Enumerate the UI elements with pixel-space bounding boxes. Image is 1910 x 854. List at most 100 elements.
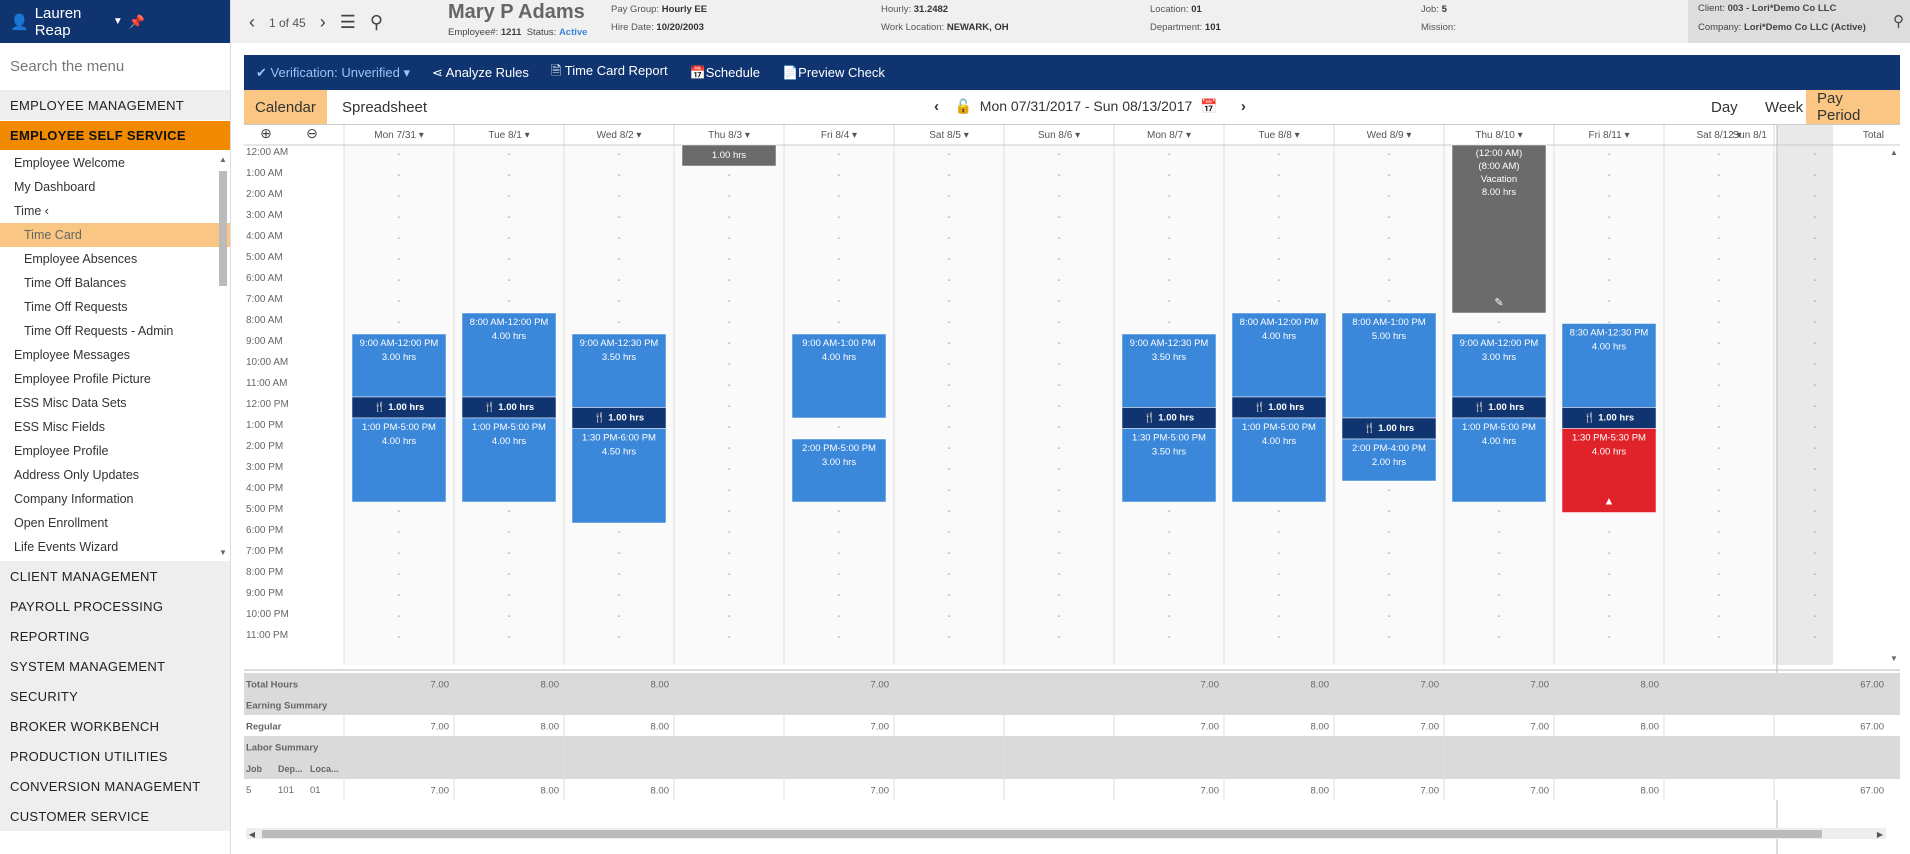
labor-col-header: Dep... [278,764,303,774]
client-search-icon[interactable]: ⚲ [1893,12,1904,30]
zoom-out-icon: ⊖ [306,125,318,141]
empty-slot: - [1497,611,1500,622]
block-time: 9:00 AM-12:00 PM [1460,338,1539,349]
menu-search-input[interactable]: Search the menu [0,43,230,91]
prev-period-icon[interactable]: ‹ [934,98,939,115]
date-range-text[interactable]: Mon 07/31/2017 - Sun 08/13/2017 [980,98,1193,114]
empty-slot: - [1717,317,1720,328]
menu-section[interactable]: PRODUCTION UTILITIES [0,741,230,771]
day-header-3: Thu 8/3 ▾ [708,130,750,141]
empty-slot: - [947,401,950,412]
labor-col-value: 01 [310,785,321,796]
prev-record-icon[interactable]: ‹ [249,12,255,33]
scroll-thumb[interactable] [219,171,227,286]
vacation-line: (8:00 AM) [1478,161,1519,172]
block-hours: 4.00 hrs [492,331,527,342]
day-header-10: Thu 8/10 ▾ [1475,130,1522,141]
empty-slot: - [1717,254,1720,265]
verification-dropdown[interactable]: ✔ Verification: Unverified ▾ [256,65,410,81]
empty-slot: - [947,443,950,454]
empty-slot: - [727,233,730,244]
next-record-icon[interactable]: › [320,12,326,33]
empty-slot: - [1167,590,1170,601]
menu-section[interactable]: EMPLOYEE SELF SERVICE [0,121,230,151]
empty-slot: - [507,191,510,202]
empty-slot: - [727,590,730,601]
empty-slot: - [837,275,840,286]
scroll-up-icon[interactable]: ▲ [219,155,227,164]
submenu-item[interactable]: Time Off Requests [0,295,230,319]
submenu-scrollbar[interactable]: ▲ ▼ [216,151,228,561]
submenu-item[interactable]: Employee Profile [0,439,230,463]
hour-label-23: 11:00 PM [246,630,288,641]
empty-slot: - [1277,548,1280,559]
h-scroll-thumb[interactable] [262,830,1822,838]
scroll-down-icon[interactable]: ▼ [219,548,227,557]
date-range: ‹ 🔓 Mon 07/31/2017 - Sun 08/13/2017 📅 › [934,98,1246,115]
empty-slot: - [1277,191,1280,202]
menu-section[interactable]: CUSTOMER SERVICE [0,801,230,831]
menu-section[interactable]: EMPLOYEE MANAGEMENT [0,91,230,121]
next-period-icon[interactable]: › [1241,98,1246,115]
submenu-item[interactable]: Employee Messages [0,343,230,367]
menu-section[interactable]: REPORTING [0,621,230,651]
submenu-item[interactable]: Life Events History [0,559,230,561]
menu-section[interactable]: CLIENT MANAGEMENT [0,561,230,591]
total-hours-value: 7.00 [871,680,890,691]
tab-calendar[interactable]: Calendar [244,90,327,124]
empty-slot: - [947,611,950,622]
empty-slot: - [727,191,730,202]
empty-slot: - [1607,569,1610,580]
submenu-item[interactable]: My Dashboard [0,175,230,199]
pin-icon[interactable]: 📌 [129,14,145,30]
empty-slot: - [1167,611,1170,622]
submenu-item[interactable]: Time Card [0,223,230,247]
empty-slot: - [507,233,510,244]
labor-summary-label: Labor Summary [246,743,319,754]
submenu-item[interactable]: Employee Absences [0,247,230,271]
user-menu[interactable]: 👤 Lauren Reap ▼ 📌 [0,0,230,43]
department: Department: 101 [1150,22,1221,33]
submenu-item[interactable]: Open Enrollment [0,511,230,535]
menu-section[interactable]: CONVERSION MANAGEMENT [0,771,230,801]
submenu-item[interactable]: Time ‹ [0,199,230,223]
menu-section[interactable]: PAYROLL PROCESSING [0,591,230,621]
empty-slot: - [947,527,950,538]
submenu-item[interactable]: Address Only Updates [0,463,230,487]
menu-section[interactable]: BROKER WORKBENCH [0,711,230,741]
search-icon[interactable]: ⚲ [370,12,383,33]
submenu-item[interactable]: Company Information [0,487,230,511]
sidebar: 👤 Lauren Reap ▼ 📌 Search the menu EMPLOY… [0,0,231,854]
empty-slot: - [1607,191,1610,202]
menu-section[interactable]: SECURITY [0,681,230,711]
empty-slot: - [1167,296,1170,307]
time-block[interactable] [1341,312,1437,419]
zoom-in-icon: ⊕ [260,125,272,141]
empty-slot: - [1057,422,1060,433]
menu-section[interactable]: SYSTEM MANAGEMENT [0,651,230,681]
submenu-item[interactable]: Life Events Wizard [0,535,230,559]
submenu-item[interactable]: Time Off Balances [0,271,230,295]
list-icon[interactable]: ☰ [340,12,356,33]
calendar-icon[interactable]: 📅 [1200,98,1217,114]
tab-spreadsheet[interactable]: Spreadsheet [331,90,438,124]
day-header-13: Sun 8/1 [1733,130,1768,141]
tab-day[interactable]: Day [1700,90,1749,124]
analyze-rules-button[interactable]: ⋖ Analyze Rules [432,65,529,81]
tab-pay-period[interactable]: Pay Period [1806,90,1900,124]
hour-label-20: 8:00 PM [246,567,283,578]
submenu-item[interactable]: Employee Profile Picture [0,367,230,391]
time-card-report-button[interactable]: 🗎 Time Card Report [551,62,668,84]
submenu-item[interactable]: ESS Misc Fields [0,415,230,439]
schedule-button[interactable]: 📅Schedule [690,65,760,81]
empty-slot: - [837,590,840,601]
empty-slot: - [1057,296,1060,307]
preview-check-button[interactable]: 📄Preview Check [782,65,885,81]
block-time: 8:00 AM-12:00 PM [470,317,549,328]
submenu-item[interactable]: ESS Misc Data Sets [0,391,230,415]
submenu-item[interactable]: Time Off Requests - Admin [0,319,230,343]
empty-slot: - [1717,611,1720,622]
submenu-item[interactable]: Employee Welcome [0,151,230,175]
empty-slot: - [1717,632,1720,643]
empty-slot: - [727,275,730,286]
